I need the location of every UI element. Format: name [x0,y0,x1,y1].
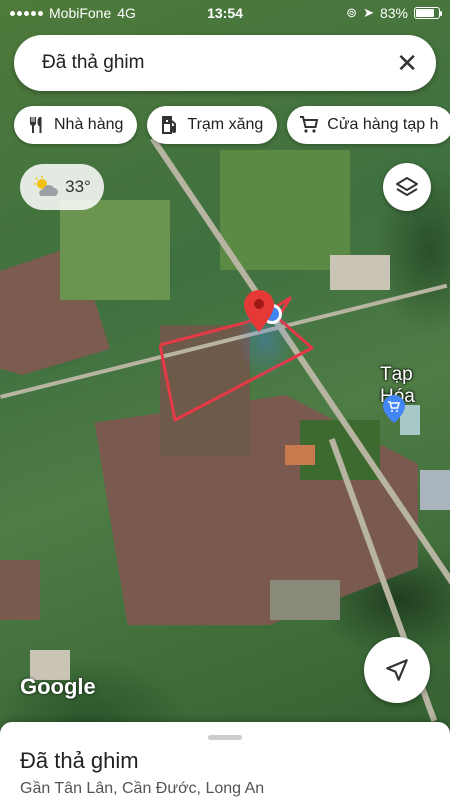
chip-convenience-stores[interactable]: Cửa hàng tạp h [287,106,450,144]
signal-strength-icon [10,10,43,16]
place-address: Gần Tân Lân, Cần Đước, Long An [20,780,265,797]
search-bar[interactable]: Đã thả ghim ✕ [14,35,436,91]
battery-percent: 83% [379,5,408,21]
partly-cloudy-icon [34,176,59,196]
network-type: 4G [117,5,136,21]
temperature: 33° [65,177,91,196]
chip-gas-stations[interactable]: Trạm xăng [147,106,278,144]
carrier-name: MobiFone [49,5,112,21]
chip-label: Nhà hàng [54,116,124,133]
my-location-button[interactable] [364,637,430,703]
chip-label: Cửa hàng tạp h [327,116,439,133]
gas-station-icon [162,116,177,134]
close-icon[interactable]: ✕ [396,50,418,76]
sheet-handle[interactable] [208,735,242,740]
google-logo: Google [20,674,96,699]
place-bottom-sheet[interactable]: Đã thả ghim Gần Tân Lân, Cần Đước, Long … [0,722,450,800]
status-bar: MobiFone 4G 13:54 ⊚ ➤ 83% [0,0,450,26]
chip-restaurants[interactable]: Nhà hàng [14,106,138,144]
location-arrow-icon: ➤ [363,5,374,20]
navigation-arrow-icon [386,659,408,681]
dropped-pin-icon[interactable] [244,290,274,332]
weather-badge[interactable]: 33° [20,164,104,210]
rotation-lock-icon: ⊚ [346,5,358,20]
shopping-pin-icon[interactable] [383,395,405,423]
chip-label: Trạm xăng [187,116,264,133]
place-title: Đã thả ghim [20,748,139,773]
restaurant-icon [30,117,42,133]
status-time: 13:54 [207,5,243,21]
cart-icon [300,116,319,133]
layers-button[interactable] [383,163,431,211]
layers-icon [396,177,418,196]
battery-icon [414,7,442,19]
category-chips: Nhà hàng Trạm xăng Cửa hàng tạp h [14,106,450,144]
search-text[interactable]: Đã thả ghim [42,52,396,74]
